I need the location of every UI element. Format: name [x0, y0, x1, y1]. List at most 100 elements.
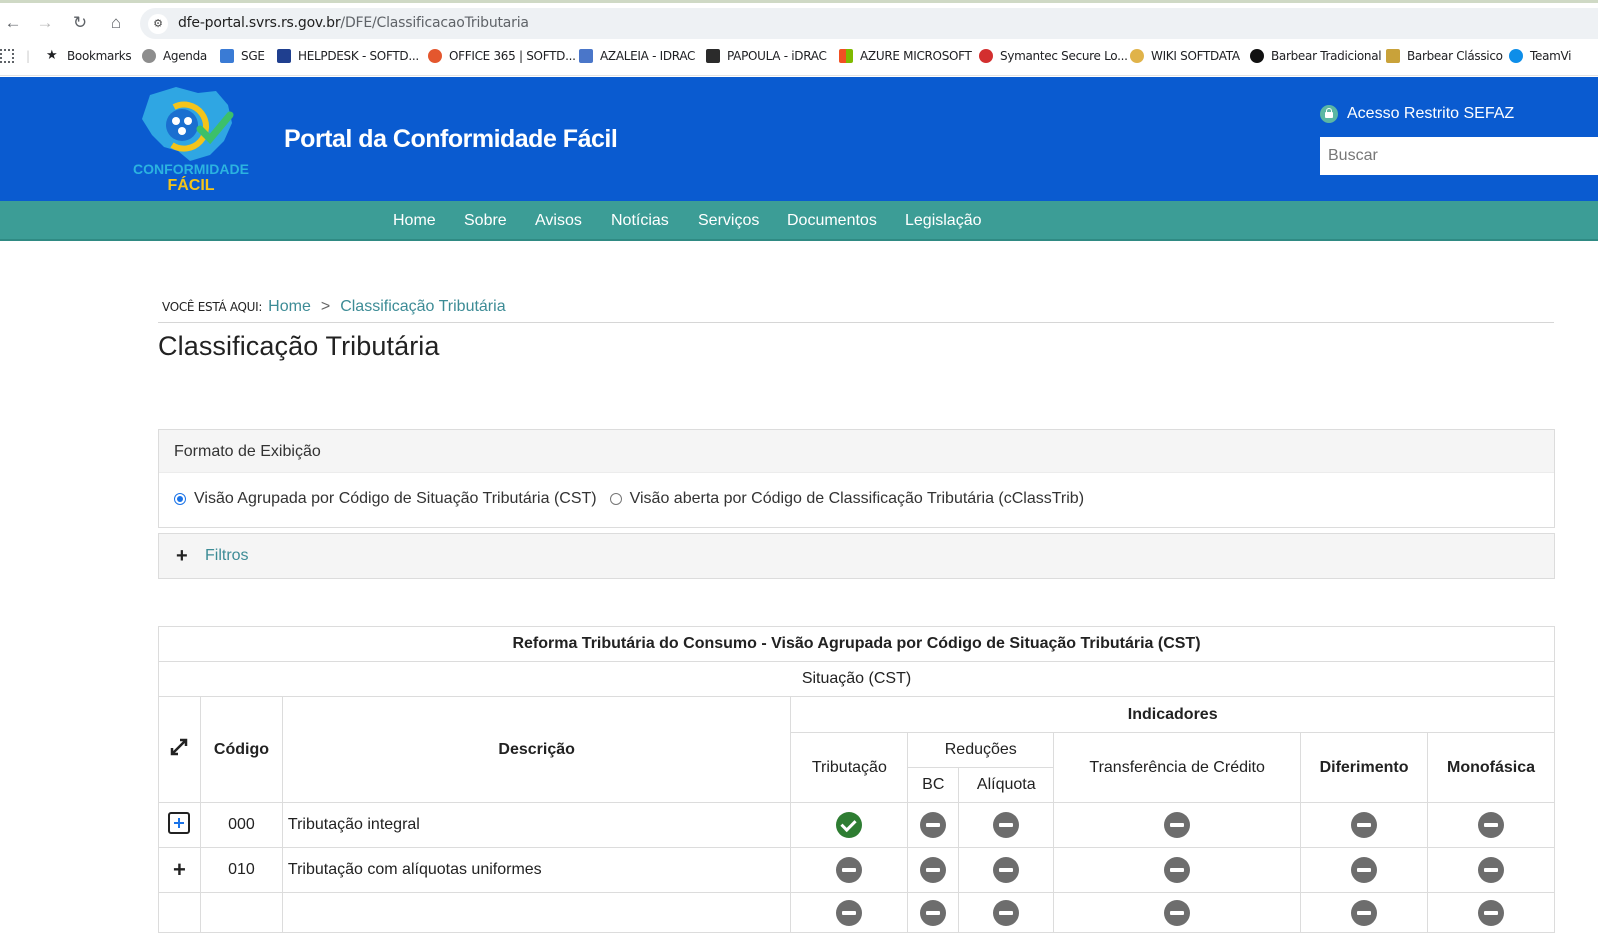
row-expand-cell[interactable]: +: [158, 847, 201, 893]
bookmark-item[interactable]: PAPOULA - iDRAC: [706, 49, 827, 63]
restricted-access-link[interactable]: Acesso Restrito SEFAZ: [1320, 105, 1514, 123]
forward-icon[interactable]: →: [34, 12, 56, 34]
filters-panel[interactable]: + Filtros: [158, 533, 1555, 579]
breadcrumb-home-link[interactable]: Home: [268, 298, 311, 316]
minus-circle-icon: [920, 899, 947, 926]
bookmark-label: OFFICE 365 | SOFTD...: [449, 49, 576, 63]
radio-open-cclasstrib-label[interactable]: Visão aberta por Código de Classificação…: [630, 490, 1084, 508]
radio-grouped-cst-label[interactable]: Visão Agrupada por Código de Situação Tr…: [194, 490, 597, 508]
site-logo[interactable]: CONFORMIDADE FÁCIL: [128, 85, 254, 195]
minus-circle-icon: [1478, 899, 1504, 926]
row-expand-cell[interactable]: [158, 802, 201, 848]
nav-servicos[interactable]: Serviços: [698, 212, 759, 230]
teamviewer-icon: [1509, 49, 1523, 63]
bookmark-label: Barbear Clássico: [1407, 49, 1503, 63]
minus-circle-icon: [1164, 899, 1191, 926]
radio-open-cclasstrib[interactable]: [609, 493, 622, 505]
minus-circle-icon: [1164, 857, 1191, 883]
row-code: 000: [199, 802, 283, 848]
filters-toggle[interactable]: Filtros: [205, 547, 249, 565]
minus-circle-icon: [993, 812, 1020, 838]
table-row[interactable]: [158, 892, 1555, 933]
indicator-aliquota: [958, 802, 1055, 848]
bookmark-item[interactable]: Symantec Secure Lo...: [979, 49, 1128, 63]
table-row[interactable]: 000 Tributação integral: [158, 802, 1555, 848]
bookmark-label: Symantec Secure Lo...: [1000, 49, 1128, 63]
bookmark-label: AZURE MICROSOFT: [860, 49, 972, 63]
minus-circle-icon: [920, 812, 947, 838]
apps-icon[interactable]: [0, 49, 21, 63]
indicator-transferencia: [1053, 892, 1302, 933]
bookmark-item[interactable]: SGE: [220, 49, 265, 63]
table-caption: Reforma Tributária do Consumo - Visão Ag…: [158, 626, 1555, 662]
nav-legislacao[interactable]: Legislação: [905, 212, 982, 230]
microsoft-icon: [839, 49, 853, 63]
back-icon[interactable]: ←: [2, 12, 24, 34]
site-settings-icon[interactable]: ⚙: [148, 14, 168, 34]
nav-documentos[interactable]: Documentos: [787, 212, 877, 230]
row-description: Tributação com alíquotas uniformes: [281, 847, 792, 893]
idrac-icon: [579, 49, 593, 63]
col-header-monofasica: Monofásica: [1427, 732, 1555, 803]
lock-icon: [1320, 105, 1338, 123]
apple-icon: [142, 49, 156, 63]
bookmark-item[interactable]: OFFICE 365 | SOFTD...: [428, 49, 576, 63]
bookmark-label: WIKI SOFTDATA: [1151, 49, 1240, 63]
expand-row-icon[interactable]: [168, 811, 191, 834]
indicator-bc: [907, 847, 960, 893]
sge-icon: [220, 49, 234, 63]
minus-circle-icon: [1478, 857, 1504, 883]
radio-grouped-cst[interactable]: [174, 493, 186, 505]
row-code: 010: [199, 847, 283, 893]
expand-plus-icon[interactable]: +: [173, 857, 186, 882]
brazil-map-icon: [142, 87, 234, 161]
bookmark-item[interactable]: Barbear Clássico: [1386, 49, 1503, 63]
expand-all-cell[interactable]: [158, 696, 201, 803]
breadcrumb-label: VOCÊ ESTÁ AQUI:: [162, 300, 263, 314]
address-bar[interactable]: ⚙ dfe-portal.svrs.rs.gov.br/DFE/Classifi…: [140, 8, 1598, 39]
bookmark-item[interactable]: HELPDESK - SOFTD...: [277, 49, 419, 63]
row-code: [199, 892, 283, 933]
bookmark-label: HELPDESK - SOFTD...: [298, 49, 419, 63]
bookmark-label: AZALEIA - IDRAC: [600, 49, 696, 63]
bookmark-label: Agenda: [163, 49, 207, 63]
row-expand-cell[interactable]: [158, 892, 201, 933]
bookmark-item[interactable]: TeamVi: [1509, 49, 1572, 63]
idrac-icon: [706, 49, 720, 63]
url-text[interactable]: dfe-portal.svrs.rs.gov.br/DFE/Classifica…: [178, 15, 529, 31]
bookmark-item[interactable]: Agenda: [142, 49, 207, 63]
url-path: /DFE/ClassificacaoTributaria: [340, 15, 529, 31]
reload-icon[interactable]: ↻: [69, 12, 91, 34]
bookmark-item[interactable]: AZURE MICROSOFT: [839, 49, 972, 63]
bookmark-item[interactable]: ★ Bookmarks: [46, 49, 132, 64]
portal-title[interactable]: Portal da Conformidade Fácil: [284, 125, 618, 154]
minus-circle-icon: [836, 899, 863, 926]
nav-avisos[interactable]: Avisos: [535, 212, 582, 230]
expand-arrows-icon[interactable]: [169, 737, 189, 757]
minus-circle-icon: [1164, 812, 1191, 838]
barber-icon: [1386, 49, 1400, 63]
indicator-tributacao: [790, 802, 909, 848]
indicator-diferimento: [1300, 847, 1428, 893]
col-header-diferimento: Diferimento: [1300, 732, 1428, 803]
col-header-tributacao: Tributação: [790, 732, 909, 803]
breadcrumb-current-link[interactable]: Classificação Tributária: [340, 298, 505, 316]
home-icon[interactable]: ⌂: [105, 12, 127, 34]
expand-plus-icon[interactable]: +: [176, 546, 188, 566]
nav-sobre[interactable]: Sobre: [464, 212, 507, 230]
indicator-diferimento: [1300, 802, 1428, 848]
search-input[interactable]: [1320, 137, 1598, 175]
restricted-access-label: Acesso Restrito SEFAZ: [1347, 105, 1515, 122]
table-row[interactable]: + 010 Tributação com alíquotas uniformes: [158, 847, 1555, 893]
breadcrumb-divider: [158, 322, 1554, 323]
indicator-bc: [907, 802, 960, 848]
nav-home[interactable]: Home: [393, 212, 436, 230]
bookmark-item[interactable]: AZALEIA - IDRAC: [579, 49, 695, 63]
row-description: Tributação integral: [281, 802, 792, 848]
nav-noticias[interactable]: Notícias: [611, 212, 669, 230]
bookmark-item[interactable]: Barbear Tradicional: [1250, 49, 1382, 63]
main-nav: Home Sobre Avisos Notícias Serviços Docu…: [0, 201, 1598, 241]
url-domain: dfe-portal.svrs.rs.gov.br: [178, 15, 341, 31]
bookmark-item[interactable]: WIKI SOFTDATA: [1130, 49, 1240, 63]
wiki-icon: [1130, 49, 1144, 63]
